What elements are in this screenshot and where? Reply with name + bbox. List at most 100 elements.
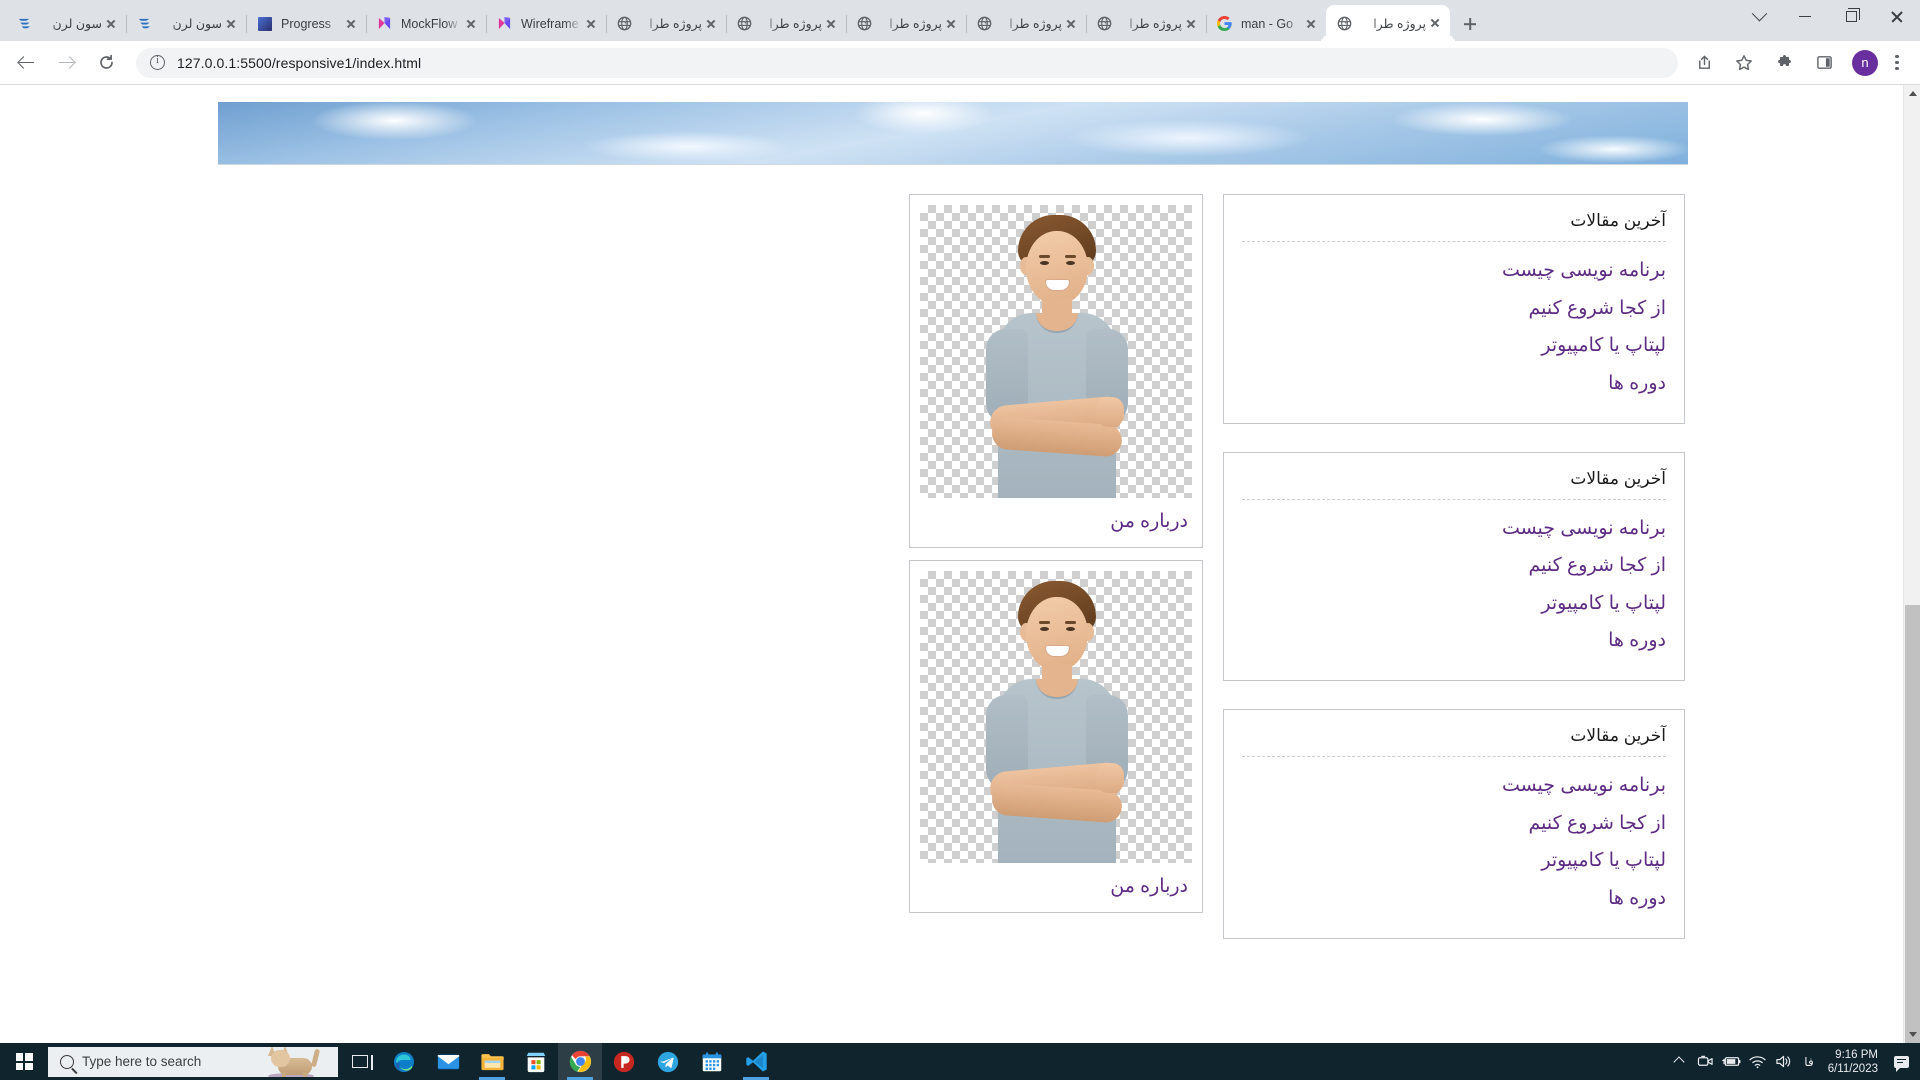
tab-title: پروژه طرا [649, 17, 702, 31]
battery-status[interactable] [1718, 1043, 1744, 1080]
language-indicator[interactable]: فا [1796, 1055, 1821, 1069]
taskbar-search-box[interactable]: Type here to search [48, 1046, 338, 1077]
task-view-button[interactable] [338, 1043, 382, 1080]
article-link[interactable]: دوره ها [1242, 365, 1666, 403]
notifications-button[interactable] [1888, 1043, 1914, 1080]
tab-close-button[interactable] [342, 15, 360, 33]
picsart-icon [612, 1050, 636, 1074]
tab-title: Wireframe [521, 16, 579, 31]
scrollbar-thumb[interactable] [1905, 605, 1920, 1043]
globe-icon [1336, 15, 1353, 32]
article-link[interactable]: از کجا شروع کنیم [1242, 805, 1666, 843]
browser-tab[interactable]: سون لرن [126, 6, 247, 41]
mockflow-icon [376, 15, 393, 32]
tab-search-button[interactable] [1736, 0, 1782, 33]
article-link[interactable]: برنامه نویسی چیست [1242, 510, 1666, 548]
globe-icon [976, 15, 993, 32]
site-info-icon[interactable] [150, 54, 165, 70]
scroll-up-button[interactable] [1904, 85, 1920, 102]
maximize-button[interactable] [1828, 0, 1874, 33]
volume-status[interactable] [1770, 1043, 1796, 1080]
article-link[interactable]: لپتاپ یا کامپیوتر [1242, 842, 1666, 880]
tab-close-button[interactable] [942, 15, 960, 33]
browser-tab[interactable]: MockFlow [366, 6, 487, 41]
network-status[interactable] [1744, 1043, 1770, 1080]
browser-tab[interactable]: پروژه طرا [606, 6, 727, 41]
page-scrollbar[interactable] [1903, 85, 1920, 1043]
toolbar-actions: n [1688, 47, 1910, 79]
article-link[interactable]: لپتاپ یا کامپیوتر [1242, 327, 1666, 365]
articles-list: برنامه نویسی چیست از کجا شروع کنیم لپتاپ ی… [1242, 252, 1666, 403]
back-button[interactable] [10, 47, 42, 79]
forward-button[interactable] [50, 47, 82, 79]
article-link[interactable]: از کجا شروع کنیم [1242, 547, 1666, 585]
system-tray: فا 9:16 PM 6/11/2023 [1666, 1043, 1920, 1080]
articles-card: آخرین مقالات برنامه نویسی چیست از کجا شروع… [1223, 194, 1685, 424]
article-link[interactable]: برنامه نویسی چیست [1242, 767, 1666, 805]
taskbar-app-microsoft-edge[interactable] [382, 1043, 426, 1080]
taskbar-app-visual-studio-code[interactable] [734, 1043, 778, 1080]
article-link[interactable]: از کجا شروع کنیم [1242, 290, 1666, 328]
tab-close-button[interactable] [1426, 14, 1444, 32]
new-tab-button[interactable] [1456, 10, 1484, 38]
articles-card-title: آخرین مقالات [1570, 468, 1666, 488]
taskbar-app-google-chrome[interactable] [558, 1043, 602, 1080]
browser-tab[interactable]: Wireframe [486, 6, 607, 41]
article-link[interactable]: دوره ها [1242, 622, 1666, 660]
browser-tab[interactable]: Progress [246, 6, 367, 41]
close-window-button[interactable] [1874, 0, 1920, 33]
browser-tab[interactable]: man - Go [1206, 6, 1327, 41]
profile-avatar[interactable]: n [1852, 49, 1878, 76]
article-link[interactable]: برنامه نویسی چیست [1242, 252, 1666, 290]
start-button[interactable] [0, 1043, 48, 1080]
browser-tab[interactable]: پروژه طرا [726, 6, 847, 41]
mail-icon [436, 1049, 461, 1074]
share-button[interactable] [1688, 47, 1720, 79]
browser-tab[interactable]: پروژه طرا [1086, 6, 1207, 41]
browser-tab[interactable]: سون لرن [6, 6, 127, 41]
camera-indicator[interactable] [1692, 1043, 1718, 1080]
tab-title: پروژه طرا [1009, 17, 1062, 31]
side-panel-button[interactable] [1808, 47, 1840, 79]
browser-tab[interactable]: پروژه طرا [846, 6, 967, 41]
sevenlearn-icon [16, 15, 33, 32]
tray-overflow-button[interactable] [1666, 1043, 1692, 1080]
address-bar[interactable]: 127.0.0.1:5500/responsive1/index.html [136, 47, 1678, 78]
clock-date: 6/11/2023 [1827, 1062, 1878, 1075]
browser-tab[interactable]: پروژه طرا [1326, 5, 1450, 41]
bookmark-button[interactable] [1728, 47, 1760, 79]
taskbar-app-picsart[interactable] [602, 1043, 646, 1080]
globe-icon [1096, 15, 1113, 32]
taskbar-app-mail[interactable] [426, 1043, 470, 1080]
browser-tab[interactable]: پروژه طرا [966, 6, 1087, 41]
tab-title: پروژه طرا [1129, 17, 1182, 31]
about-card: درباره من [909, 560, 1203, 913]
reload-button[interactable] [90, 47, 122, 79]
list-item: از کجا شروع کنیم [1242, 547, 1666, 585]
taskbar-app-telegram[interactable] [646, 1043, 690, 1080]
lynx-cat-icon [264, 1046, 321, 1077]
tab-close-button[interactable] [582, 15, 600, 33]
articles-card-title: آخرین مقالات [1570, 726, 1666, 746]
extensions-button[interactable] [1768, 47, 1800, 79]
taskbar-app-calendar[interactable] [690, 1043, 734, 1080]
taskbar-app-microsoft-store[interactable] [514, 1043, 558, 1080]
taskbar-app-file-explorer[interactable] [470, 1043, 514, 1080]
article-link[interactable]: دوره ها [1242, 880, 1666, 918]
tab-close-button[interactable] [1302, 15, 1320, 33]
about-caption: درباره من [1110, 511, 1188, 532]
tab-close-button[interactable] [1182, 15, 1200, 33]
chrome-menu-button[interactable] [1884, 50, 1910, 76]
tab-close-button[interactable] [702, 15, 720, 33]
scroll-down-button[interactable] [1904, 1026, 1920, 1043]
minimize-button[interactable] [1782, 0, 1828, 33]
tab-close-button[interactable] [822, 15, 840, 33]
tab-close-button[interactable] [462, 15, 480, 33]
tab-close-button[interactable] [1062, 15, 1080, 33]
tab-close-button[interactable] [222, 15, 240, 33]
article-link[interactable]: لپتاپ یا کامپیوتر [1242, 585, 1666, 623]
tab-close-button[interactable] [102, 15, 120, 33]
articles-card: آخرین مقالات برنامه نویسی چیست از کجا شروع… [1223, 709, 1685, 939]
clock[interactable]: 9:16 PM 6/11/2023 [1822, 1048, 1888, 1076]
url-text: 127.0.0.1:5500/responsive1/index.html [177, 54, 422, 71]
